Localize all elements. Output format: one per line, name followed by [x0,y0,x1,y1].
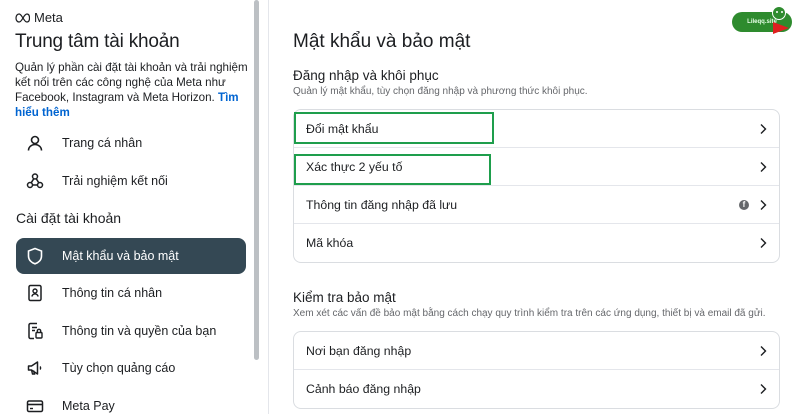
meta-logo-text: Meta [34,10,63,25]
chevron-right-icon [760,199,767,210]
chevron-right-icon [760,384,767,394]
nav-item-meta-pay[interactable]: Meta Pay [16,388,246,414]
megaphone-icon [26,359,44,377]
chevron-right-icon [760,161,767,172]
chevron-right-icon [760,238,767,248]
card-icon [26,397,44,414]
row-label: Đổi mật khẩu [306,121,379,136]
sidebar: Meta Trung tâm tài khoản Quản lý phần cà… [0,0,262,414]
nav-item-info-permissions[interactable]: Thông tin và quyền của bạn [16,313,246,349]
saved-login-row[interactable]: Thông tin đăng nhập đã lưu f [294,186,779,224]
shield-icon [26,247,44,265]
login-recovery-description: Quản lý mật khẩu, tùy chọn đăng nhập và … [293,86,588,97]
facebook-icon: f [739,199,749,210]
sidebar-description-text: Quản lý phần cài đặt tài khoản và trải n… [15,61,248,104]
sidebar-title: Trung tâm tài khoản [15,31,180,52]
security-check-heading: Kiểm tra bảo mật [293,290,396,305]
nav-item-label: Tùy chọn quảng cáo [62,361,176,375]
smiley-icon [772,6,786,20]
change-password-row[interactable]: Đổi mật khẩu [294,110,779,148]
security-check-description: Xem xét các vấn đề bảo mật bằng cách chạ… [293,308,766,319]
id-card-icon [26,284,44,302]
meta-logo[interactable]: Meta [14,10,63,25]
row-label: Cảnh báo đăng nhập [306,382,421,396]
main-content: Mật khẩu và bảo mật Đăng nhập và khôi ph… [269,0,800,414]
login-recovery-heading: Đăng nhập và khôi phục [293,68,439,83]
nav-item-password-security[interactable]: Mật khẩu và bảo mật [16,238,246,274]
account-settings-heading: Cài đặt tài khoản [16,210,122,226]
sidebar-description: Quản lý phần cài đặt tài khoản và trải n… [15,60,250,120]
red-arrow-icon [773,22,789,34]
login-recovery-card: Đổi mật khẩu Xác thực 2 yếu tố Thông tin… [293,109,780,263]
nav-item-personal-info[interactable]: Thông tin cá nhân [16,275,246,311]
nav-item-label: Meta Pay [62,399,115,413]
security-check-card: Nơi bạn đăng nhập Cảnh báo đăng nhập [293,331,780,409]
nav-item-ad-preferences[interactable]: Tùy chọn quảng cáo [16,350,246,386]
login-alerts-row[interactable]: Cảnh báo đăng nhập [294,370,779,408]
row-label: Thông tin đăng nhập đã lưu [306,197,458,212]
document-lock-icon [26,322,44,340]
page-title: Mật khẩu và bảo mật [293,31,471,52]
sidebar-scrollbar[interactable] [254,0,259,360]
meta-infinity-icon [15,12,30,23]
nav-item-label: Trang cá nhân [62,136,143,150]
nav-item-label: Thông tin cá nhân [62,286,163,300]
row-label: Xác thực 2 yếu tố [306,159,403,174]
row-label: Mã khóa [306,236,354,250]
two-factor-row[interactable]: Xác thực 2 yếu tố [294,148,779,186]
nav-item-profile[interactable]: Trang cá nhân [16,125,246,161]
where-logged-in-row[interactable]: Nơi bạn đăng nhập [294,332,779,370]
nav-item-connected-experiences[interactable]: Trải nghiệm kết nối [16,163,246,199]
connected-icon [26,172,44,190]
nav-item-label: Mật khẩu và bảo mật [62,249,179,263]
chevron-right-icon [760,123,767,134]
row-label: Nơi bạn đăng nhập [306,343,412,358]
nav-item-label: Thông tin và quyền của bạn [62,324,217,338]
passkey-row[interactable]: Mã khóa [294,224,779,262]
chevron-right-icon [760,345,767,356]
person-icon [26,134,44,152]
nav-item-label: Trải nghiệm kết nối [62,174,168,188]
